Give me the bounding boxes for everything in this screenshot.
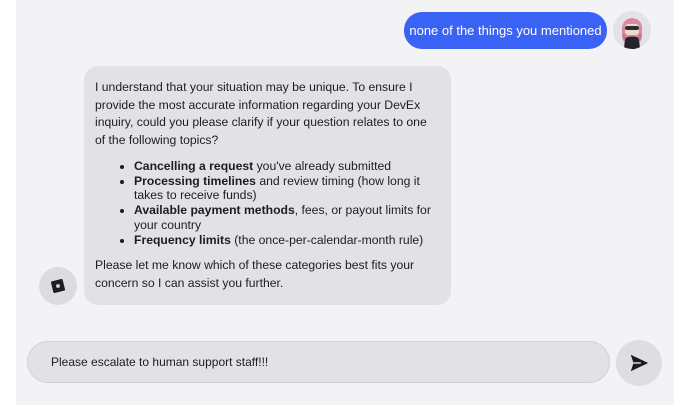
topic-title: Available payment methods	[134, 203, 295, 218]
assistant-outro-text: Please let me know which of these catego…	[95, 258, 415, 290]
roblox-logo-icon	[50, 278, 66, 294]
send-button[interactable]	[616, 340, 662, 386]
topic-title: Cancelling a request	[134, 159, 254, 173]
chat-panel: none of the things you mentioned I under…	[16, 0, 674, 405]
topic-detail: you've already submitted	[253, 159, 392, 173]
message-input[interactable]	[28, 342, 609, 382]
user-avatar-image	[613, 11, 651, 49]
send-arrow-icon	[630, 354, 649, 372]
assistant-message-bubble: I understand that your situation may be …	[84, 66, 451, 305]
list-item: Available payment methods, fees, or payo…	[134, 203, 439, 232]
topic-detail: (the once-per-calendar-month rule)	[230, 232, 424, 247]
list-item: Frequency limits (the once-per-calendar-…	[134, 233, 439, 248]
user-message-text: none of the things you mentioned	[409, 23, 602, 38]
topic-list: Cancelling a request you've already subm…	[95, 159, 439, 247]
user-message-bubble: none of the things you mentioned	[404, 12, 607, 49]
assistant-intro-text: I understand that your situation may be …	[95, 80, 427, 147]
user-avatar	[613, 11, 651, 49]
list-item: Cancelling a request you've already subm…	[134, 159, 439, 174]
topic-title: Processing timelines	[134, 173, 256, 188]
message-composer[interactable]	[27, 341, 610, 383]
list-item: Processing timelines and review timing (…	[134, 174, 439, 203]
assistant-avatar	[39, 267, 77, 305]
topic-title: Frequency limits	[134, 232, 231, 247]
